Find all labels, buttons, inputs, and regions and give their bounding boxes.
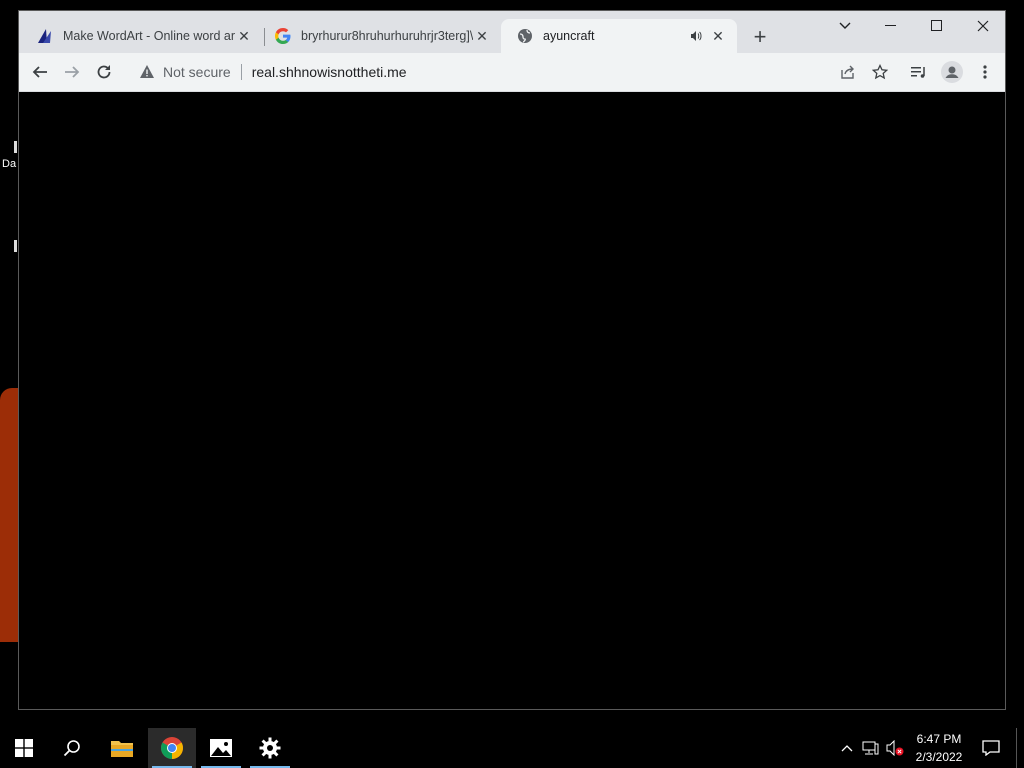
maximize-button[interactable] bbox=[914, 11, 960, 41]
forward-button[interactable] bbox=[58, 58, 86, 86]
clock-time: 6:47 PM bbox=[916, 732, 962, 746]
taskbar: 6:47 PM 2/3/2022 bbox=[0, 728, 1024, 768]
minimize-button[interactable] bbox=[868, 11, 914, 41]
desktop-icon-fragment bbox=[14, 141, 17, 153]
desktop-wallpaper-fragment bbox=[0, 388, 18, 642]
audio-playing-icon[interactable] bbox=[687, 27, 705, 45]
reload-button[interactable] bbox=[90, 58, 118, 86]
photos-icon[interactable] bbox=[197, 728, 245, 768]
tab-title: bryrhurur8hruhurhuruhrjr3terg]\ bbox=[301, 29, 473, 43]
page-content[interactable] bbox=[19, 92, 1005, 709]
tab-strip: Make WordArt - Online word art ✕ bryrhur… bbox=[19, 11, 1005, 53]
show-desktop-button[interactable] bbox=[1016, 728, 1017, 768]
share-icon[interactable] bbox=[834, 58, 862, 86]
close-window-button[interactable] bbox=[960, 11, 1005, 41]
url-text[interactable]: real.shhnowisnottheti.me bbox=[252, 64, 407, 80]
tab-google-search[interactable]: bryrhurur8hruhurhuruhrjr3terg]\ ✕ bbox=[259, 19, 501, 53]
search-icon[interactable] bbox=[48, 728, 96, 768]
system-clock[interactable]: 6:47 PM 2/3/2022 bbox=[906, 730, 972, 766]
close-tab-icon[interactable]: ✕ bbox=[709, 27, 727, 45]
close-tab-icon[interactable]: ✕ bbox=[473, 27, 491, 45]
start-button[interactable] bbox=[0, 728, 48, 768]
tab-title: Make WordArt - Online word art bbox=[63, 29, 235, 43]
more-menu-icon[interactable] bbox=[971, 58, 999, 86]
tab-search-button[interactable] bbox=[822, 11, 868, 41]
back-button[interactable] bbox=[26, 58, 54, 86]
wordart-icon bbox=[37, 28, 53, 44]
address-bar[interactable]: Not secure real.shhnowisnottheti.me bbox=[127, 57, 894, 87]
new-tab-button[interactable]: + bbox=[748, 24, 772, 49]
desktop-icon-fragment bbox=[14, 240, 17, 252]
desktop-icon-label[interactable]: Da bbox=[2, 158, 16, 170]
network-icon[interactable] bbox=[860, 728, 880, 768]
globe-icon bbox=[517, 28, 533, 44]
settings-gear-icon[interactable] bbox=[246, 728, 294, 768]
profile-avatar-icon[interactable] bbox=[938, 58, 966, 86]
tab-ayuncraft[interactable]: ayuncraft ✕ bbox=[501, 19, 737, 53]
chevron-up-icon[interactable] bbox=[838, 728, 856, 768]
tab-wordart[interactable]: Make WordArt - Online word art ✕ bbox=[21, 19, 263, 53]
browser-toolbar: Not secure real.shhnowisnottheti.me bbox=[19, 53, 1005, 92]
bookmark-star-icon[interactable] bbox=[866, 58, 894, 86]
warning-icon[interactable] bbox=[139, 64, 155, 80]
chrome-icon[interactable] bbox=[148, 728, 196, 768]
close-tab-icon[interactable]: ✕ bbox=[235, 27, 253, 45]
omnibox-divider bbox=[240, 64, 242, 80]
notification-icon[interactable] bbox=[978, 728, 1004, 768]
tab-title: ayuncraft bbox=[543, 29, 595, 43]
clock-date: 2/3/2022 bbox=[915, 750, 963, 764]
volume-muted-icon[interactable] bbox=[884, 728, 906, 768]
media-control-icon[interactable] bbox=[905, 58, 933, 86]
security-status[interactable]: Not secure bbox=[163, 64, 231, 80]
browser-window: Make WordArt - Online word art ✕ bryrhur… bbox=[18, 10, 1006, 710]
google-icon bbox=[275, 28, 291, 44]
file-explorer-icon[interactable] bbox=[98, 728, 146, 768]
